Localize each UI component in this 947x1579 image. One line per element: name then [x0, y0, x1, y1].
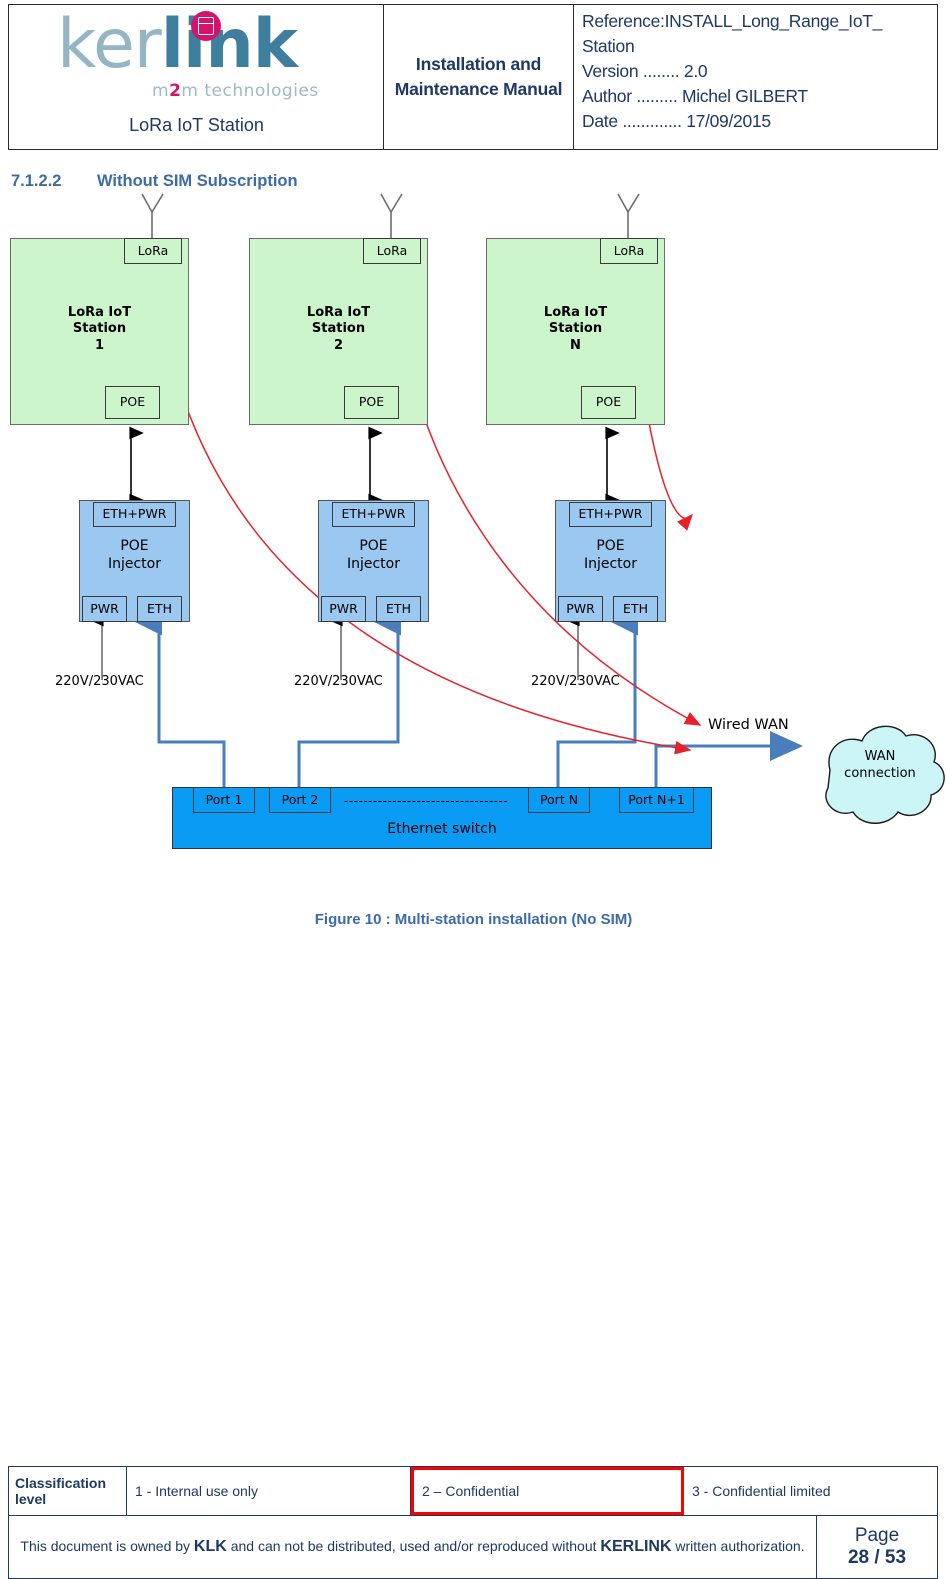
ethernet-switch-label: Ethernet switch — [387, 821, 497, 837]
injector-2-pwr-port: PWR — [321, 596, 366, 622]
injector-1-label: POE Injector — [107, 538, 161, 572]
station-1-lora-port: LoRa — [124, 238, 182, 264]
legal-text: This document is owned by KLK and can no… — [20, 1535, 804, 1558]
injector-2-ethpwr-port: ETH+PWR — [332, 502, 415, 527]
injector-n-pwr-port: PWR — [558, 596, 603, 622]
meta-reference-continued: Station — [582, 36, 635, 57]
logo-tagline-mid: 2 — [169, 81, 182, 101]
wan-cloud-label: WAN connection — [844, 749, 916, 781]
logo-tagline: m2m technologies — [152, 81, 319, 101]
ethernet-links — [132, 605, 803, 790]
station-2-label: LoRa IoT Station 2 — [306, 305, 371, 353]
meta-reference: Reference:INSTALL_Long_Range_IoT_ — [582, 11, 883, 31]
legal-part-3: written authorization. — [671, 1538, 805, 1555]
station-n-label: LoRa IoT Station N — [543, 305, 608, 353]
page-indicator: Page 28 / 53 — [817, 1516, 937, 1578]
logo-product-name: LoRa IoT Station — [129, 115, 264, 135]
legal-part-2: and can not be distributed, used and/or … — [226, 1538, 601, 1555]
logo-ker-text: ker — [57, 5, 162, 84]
legal-part-1: This document is owned by — [20, 1538, 194, 1555]
classification-level-2-selected: 2 – Confidential — [411, 1467, 684, 1515]
mains-power-links — [89, 613, 580, 680]
page-number: 28 / 53 — [847, 1547, 907, 1568]
document-footer-table: Classification level 1 - Internal use on… — [8, 1466, 938, 1579]
wired-wan-label: Wired WAN — [708, 717, 789, 733]
classification-row: Classification level 1 - Internal use on… — [9, 1467, 937, 1515]
header-logo-cell: kerlink m2m technologies LoRa IoT Statio… — [9, 5, 384, 149]
legal-klk: KLK — [193, 1538, 227, 1556]
injector-n-voltage-label: 220V/230VAC — [531, 674, 620, 689]
document-title: Installation and Maintenance Manual — [394, 53, 563, 99]
injector-2-label: POE Injector — [346, 538, 400, 572]
section-heading: 7.1.2.2 Without SIM Subscription — [11, 172, 298, 191]
poe-power-links — [129, 426, 620, 507]
meta-date: Date ............. 17/09/2015 — [582, 111, 771, 132]
header-meta-cell: Reference:INSTALL_Long_Range_IoT_ Statio… — [574, 5, 937, 149]
switch-port-2: Port 2 — [269, 787, 331, 813]
station-2-poe-port: POE — [344, 386, 399, 419]
logo-tagline-post: m technologies — [181, 81, 319, 101]
station-1-poe-port: POE — [105, 386, 160, 419]
injector-1-ethpwr-port: ETH+PWR — [93, 502, 176, 527]
switch-port-1: Port 1 — [193, 787, 255, 813]
injector-n-ethpwr-port: ETH+PWR — [569, 502, 652, 527]
injector-n-label: POE Injector — [583, 538, 637, 572]
section-number: 7.1.2.2 — [11, 172, 62, 190]
station-1-label: LoRa IoT Station 1 — [67, 305, 132, 353]
classification-level-3: 3 - Confidential limited — [692, 1483, 831, 1499]
logo-wordmark: kerlink — [57, 11, 298, 79]
switch-port-n: Port N — [528, 787, 590, 813]
kerlink-logo: kerlink m2m technologies LoRa IoT Statio… — [9, 5, 384, 149]
section-title: Without SIM Subscription — [97, 172, 298, 190]
document-header-table: kerlink m2m technologies LoRa IoT Statio… — [8, 4, 938, 150]
station-n-poe-port: POE — [581, 386, 636, 419]
station-n-lora-port: LoRa — [600, 238, 658, 264]
header-title-cell: Installation and Maintenance Manual — [384, 5, 574, 149]
meta-version: Version ........ 2.0 — [582, 61, 708, 82]
injector-2-eth-port: ETH — [376, 596, 421, 622]
network-diagram: LoRa LoRa IoT Station 1 POE LoRa LoRa Io… — [0, 190, 947, 870]
injector-1-eth-port: ETH — [137, 596, 182, 622]
classification-level-1: 1 - Internal use only — [127, 1467, 411, 1515]
logo-tagline-pre: m — [152, 81, 170, 101]
switch-port-n-plus-1: Port N+1 — [619, 787, 694, 813]
legal-notice: This document is owned by KLK and can no… — [9, 1516, 817, 1578]
document-page: kerlink m2m technologies LoRa IoT Statio… — [0, 0, 947, 1579]
injector-1-voltage-label: 220V/230VAC — [55, 674, 144, 689]
meta-author: Author ......... Michel GILBERT — [582, 86, 808, 107]
station-2-lora-port: LoRa — [363, 238, 421, 264]
figure-caption: Figure 10 : Multi-station installation (… — [314, 911, 633, 928]
injector-n-eth-port: ETH — [613, 596, 658, 622]
logo-link-text: link — [160, 5, 298, 84]
injector-1-pwr-port: PWR — [82, 596, 127, 622]
logo-chip-icon — [191, 11, 221, 41]
injector-2-voltage-label: 220V/230VAC — [294, 674, 383, 689]
classification-label: Classification level — [9, 1467, 127, 1515]
legal-kerlink: KERLINK — [600, 1538, 672, 1556]
page-word: Page — [854, 1525, 900, 1547]
switch-port-ellipsis: ---------------------------------- — [344, 794, 509, 808]
footer-legal-row: This document is owned by KLK and can no… — [9, 1515, 937, 1578]
